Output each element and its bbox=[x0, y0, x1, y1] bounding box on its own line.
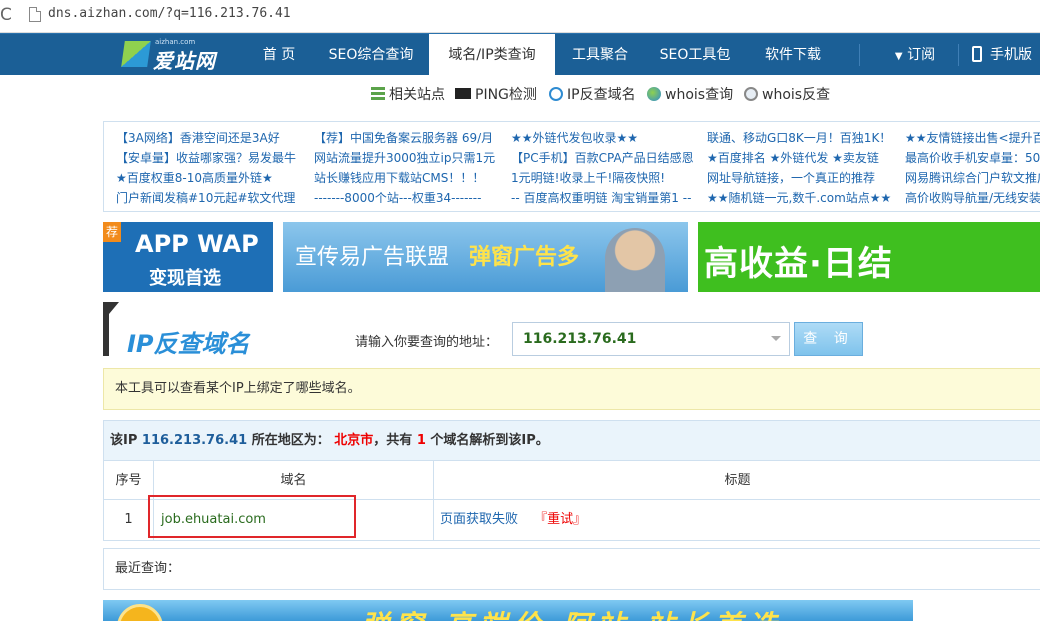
column-header-index: 序号 bbox=[104, 461, 154, 499]
retry-link[interactable]: 『重试』 bbox=[534, 512, 586, 527]
ad-link[interactable]: 门户新闻发稿#10元起#软文代理 bbox=[116, 188, 306, 208]
ad-link[interactable]: 网易腾讯综合门户软文推广 bbox=[905, 168, 1040, 188]
ad-link[interactable]: 【3A网络】香港空间还是3A好 bbox=[116, 128, 306, 148]
title-status: 页面获取失败 bbox=[440, 512, 519, 527]
ad-link[interactable]: -------8000个站---权重34------- bbox=[314, 188, 500, 208]
row-index: 1 bbox=[104, 500, 154, 540]
column-header-domain: 域名 bbox=[154, 461, 434, 499]
phone-icon bbox=[972, 46, 982, 62]
person-photo-image bbox=[605, 228, 665, 292]
nav-item-seo-query[interactable]: SEO综合查询 bbox=[320, 34, 422, 76]
ad-column: ★★外链代发包收录★★ 【PC手机】百款CPA产品日结感恩 1元明链!收录上千!… bbox=[511, 128, 701, 208]
result-summary: 该IP 116.213.76.41 所在地区为： 北京市，共有 1 个域名解析到… bbox=[104, 421, 1040, 461]
banner-high-income[interactable]: 高收益·日结 bbox=[698, 222, 1040, 292]
ad-link[interactable]: 网址导航链接，一个真正的推荐 bbox=[707, 168, 899, 188]
ip-query-input[interactable]: 116.213.76.41 bbox=[512, 322, 790, 356]
search-icon bbox=[744, 87, 758, 101]
nav-divider bbox=[958, 44, 959, 66]
page-icon bbox=[29, 7, 41, 22]
url-text[interactable]: dns.aizhan.com/?q=116.213.76.41 bbox=[48, 6, 291, 21]
ad-link[interactable]: 网站流量提升3000独立ip只需1元 bbox=[314, 148, 500, 168]
logo-mark-icon bbox=[121, 41, 151, 67]
ad-link[interactable]: 高价收购导航量/无线安装 bbox=[905, 188, 1040, 208]
subnav-whois[interactable]: whois查询 bbox=[647, 84, 733, 104]
ad-column: 【荐】中国免备案云服务器 69/月 网站流量提升3000独立ip只需1元 站长赚… bbox=[314, 128, 500, 208]
banner-app-wap[interactable]: 荐 APP WAP 变现首选 bbox=[103, 222, 273, 292]
ad-link[interactable]: 联通、移动G口8K一月！百独1K！ bbox=[707, 128, 899, 148]
row-title: 页面获取失败 『重试』 bbox=[434, 500, 1040, 540]
ad-link[interactable]: ★★友情链接出售<提升百 bbox=[905, 128, 1040, 148]
ad-link[interactable]: 最高价收手机安卓量：50 bbox=[905, 148, 1040, 168]
nav-item-domain-ip[interactable]: 域名/IP类查询 bbox=[429, 34, 555, 76]
section-marker bbox=[103, 302, 119, 356]
main-nav: aizhan.com 爱站网 首 页 SEO综合查询 域名/IP类查询 工具聚合… bbox=[0, 33, 1040, 76]
subnav-whois-reverse[interactable]: whois反查 bbox=[744, 84, 830, 104]
query-label: 请输入你要查询的地址： bbox=[355, 335, 499, 350]
browser-address-bar: C dns.aizhan.com/?q=116.213.76.41 bbox=[0, 0, 1040, 33]
subscribe-button[interactable]: ▼ 订阅 bbox=[880, 34, 950, 76]
ad-link[interactable]: ★百度权重8-10高质量外链★ bbox=[116, 168, 306, 188]
dropdown-arrow-icon[interactable] bbox=[771, 336, 781, 341]
tool-header: IP反查域名 请输入你要查询的地址： 116.213.76.41 查 询 bbox=[103, 302, 1040, 358]
ad-link[interactable]: 【荐】中国免备案云服务器 69/月 bbox=[314, 128, 500, 148]
tool-notice: 本工具可以查看某个IP上绑定了哪些域名。 bbox=[103, 368, 1040, 410]
globe-icon bbox=[647, 87, 661, 101]
banner-ad-alliance[interactable]: 宣传易广告联盟 弹窗广告多 bbox=[283, 222, 688, 292]
list-icon bbox=[371, 87, 385, 101]
text-ad-links: 【3A网络】香港空间还是3A好 【安卓量】收益哪家强？易发最牛 ★百度权重8-1… bbox=[103, 121, 1040, 212]
ad-link[interactable]: 【PC手机】百款CPA产品日结感恩 bbox=[511, 148, 701, 168]
ad-link[interactable]: -- 百度高权重明链 淘宝销量第1 -- bbox=[511, 188, 701, 208]
ad-link[interactable]: 【安卓量】收益哪家强？易发最牛 bbox=[116, 148, 306, 168]
subnav-ip-reverse[interactable]: IP反查域名 bbox=[549, 84, 636, 104]
caret-down-icon: ▼ bbox=[894, 51, 903, 62]
query-button[interactable]: 查 询 bbox=[794, 322, 863, 356]
banner-bottom[interactable]: 弹窗 高端价 阿站 站长首选 bbox=[103, 600, 913, 621]
page-title: IP反查域名 bbox=[127, 330, 250, 358]
ad-link[interactable]: 1元明链!收录上千!隔夜快照! bbox=[511, 168, 701, 188]
ad-column: 【3A网络】香港空间还是3A好 【安卓量】收益哪家强？易发最牛 ★百度权重8-1… bbox=[116, 128, 306, 208]
ad-link[interactable]: ★★随机链一元,数千.com站点★★ bbox=[707, 188, 899, 208]
recommend-tag: 荐 bbox=[103, 222, 121, 242]
mobile-version-link[interactable]: 手机版 bbox=[972, 34, 1040, 76]
reload-icon[interactable]: C bbox=[0, 5, 12, 25]
subnav-ping[interactable]: PING检测 bbox=[455, 84, 537, 104]
recent-queries: 最近查询： bbox=[103, 548, 1040, 590]
ping-icon bbox=[455, 88, 471, 99]
refresh-icon bbox=[549, 87, 563, 101]
ad-column: 联通、移动G口8K一月！百独1K！ ★百度排名 ★外链代发 ★卖友链 网址导航链… bbox=[707, 128, 899, 208]
site-logo[interactable]: aizhan.com 爱站网 bbox=[121, 38, 223, 73]
ad-link[interactable]: ★★外链代发包收录★★ bbox=[511, 128, 701, 148]
coin-icon bbox=[117, 604, 163, 621]
ad-column: ★★友情链接出售<提升百 最高价收手机安卓量：50 网易腾讯综合门户软文推广 高… bbox=[905, 128, 1040, 208]
nav-item-software[interactable]: 软件下载 bbox=[752, 34, 834, 76]
ad-link[interactable]: ★百度排名 ★外链代发 ★卖友链 bbox=[707, 148, 899, 168]
nav-item-tools[interactable]: 工具聚合 bbox=[560, 34, 640, 76]
nav-divider bbox=[859, 44, 860, 66]
subnav-related-sites[interactable]: 相关站点 bbox=[371, 84, 445, 104]
ad-link[interactable]: 站长赚钱应用下载站CMS！！！ bbox=[314, 168, 500, 188]
highlight-box bbox=[148, 495, 356, 538]
nav-item-seo-toolkit[interactable]: SEO工具包 bbox=[650, 34, 740, 76]
column-header-title: 标题 bbox=[724, 473, 751, 488]
nav-item-home[interactable]: 首 页 bbox=[248, 34, 310, 76]
